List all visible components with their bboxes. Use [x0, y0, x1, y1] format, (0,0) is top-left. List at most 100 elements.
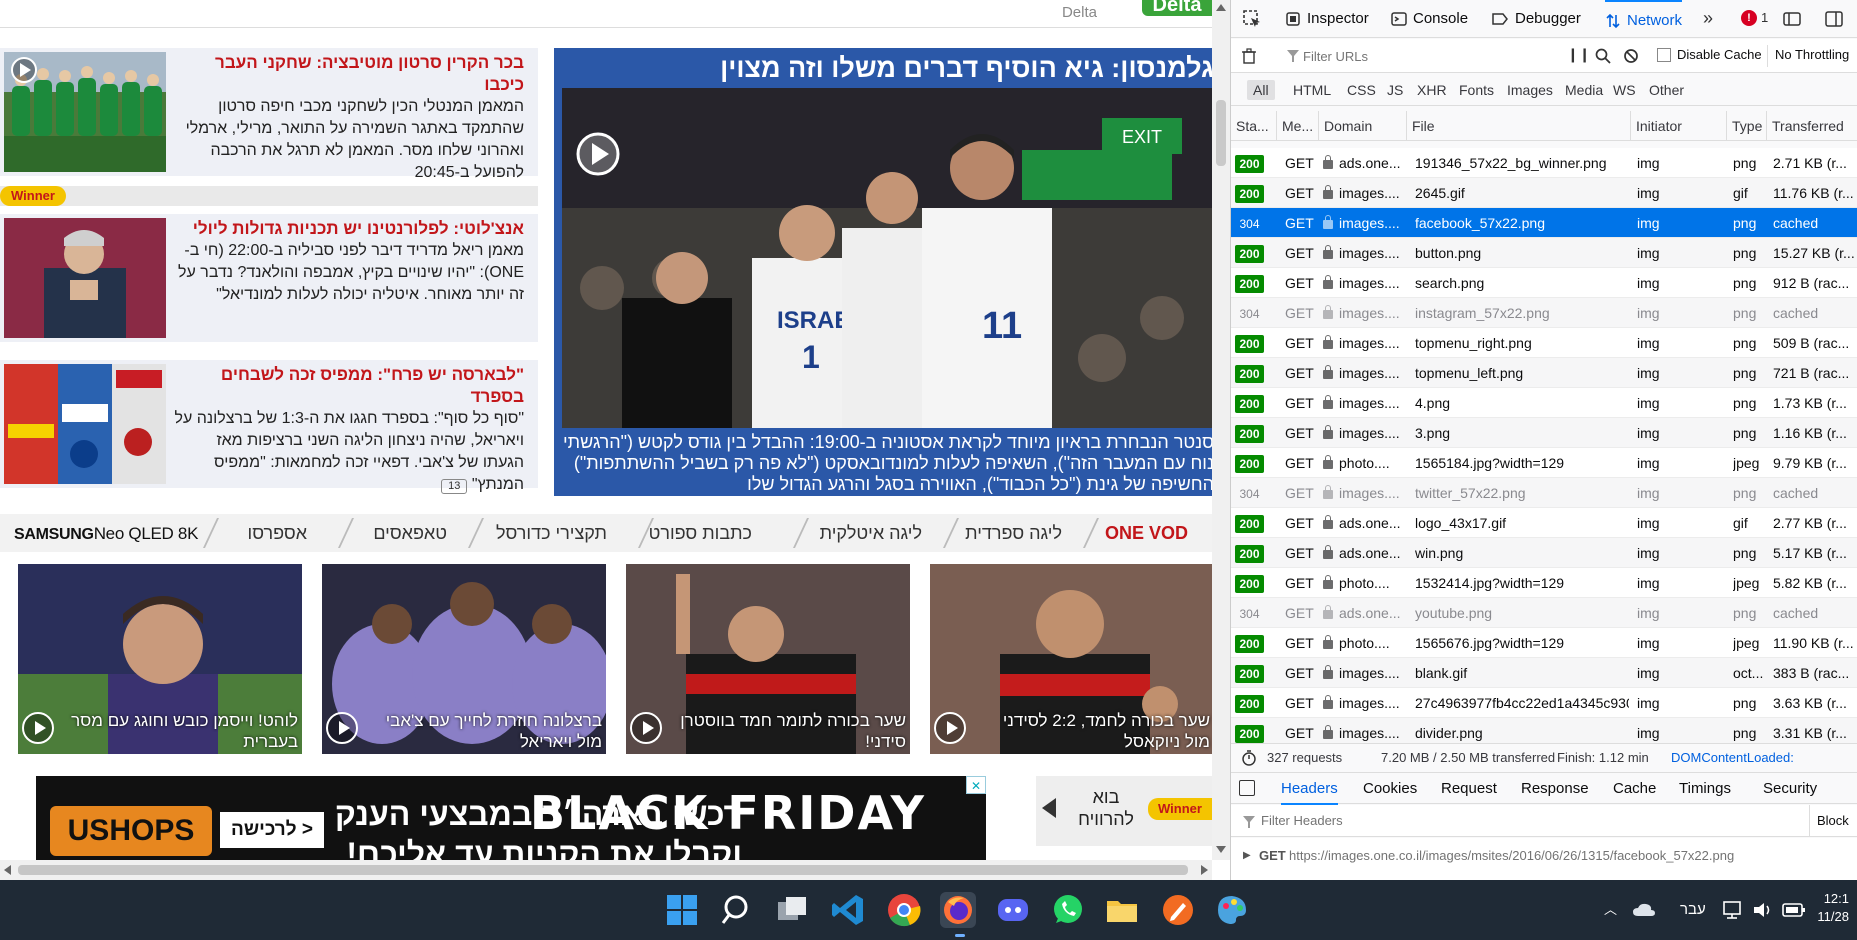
- filter-headers-input[interactable]: Filter Headers: [1261, 813, 1343, 828]
- nav-italian-league[interactable]: ליגה איטלקית: [820, 514, 922, 552]
- detail-tab-cookies[interactable]: Cookies: [1363, 773, 1417, 805]
- winner-ad[interactable]: בוא להרוויח Winner: [1036, 776, 1212, 846]
- task-view-icon[interactable]: [774, 892, 810, 928]
- type-filter-js[interactable]: JS: [1381, 80, 1409, 100]
- video-card[interactable]: ברצלונה חוזרת לחייך עם צ'אבי מול ויאריאל: [322, 564, 606, 754]
- whatsapp-icon[interactable]: [1050, 892, 1086, 928]
- news-thumbnail[interactable]: [4, 364, 166, 484]
- request-row[interactable]: 200 GET images.... divider.png img png 3.31 KB…: [1231, 718, 1857, 743]
- request-row[interactable]: 200 GET photo.... 1565676.jpg?width=129 img j…: [1231, 628, 1857, 658]
- tab-console[interactable]: Console: [1391, 0, 1468, 38]
- element-picker-icon[interactable]: [1243, 10, 1261, 28]
- video-caption[interactable]: לוהט! וייסמן כובש וחוגג עם מסר בעברית: [68, 710, 298, 752]
- block-button[interactable]: Block: [1817, 813, 1849, 828]
- request-row[interactable]: 200 GET images.... search.png img png 912 B (r…: [1231, 268, 1857, 298]
- nav-one-vod[interactable]: ONE VOD: [1105, 514, 1188, 552]
- type-filter-css[interactable]: CSS: [1341, 80, 1382, 100]
- request-row[interactable]: 200 GET images.... 4.png img png 1.73 KB (r...: [1231, 388, 1857, 418]
- scrollbar-thumb[interactable]: [1216, 100, 1226, 166]
- play-icon[interactable]: [22, 712, 54, 744]
- tab-debugger[interactable]: Debugger: [1491, 0, 1581, 38]
- detail-tab-cache[interactable]: Cache: [1613, 773, 1656, 805]
- request-row[interactable]: 200 GET photo.... 1565184.jpg?width=129 img j…: [1231, 448, 1857, 478]
- filter-urls-input[interactable]: [1303, 45, 1543, 67]
- disable-cache-label[interactable]: Disable Cache: [1677, 47, 1762, 62]
- dock-layout-icon[interactable]: [1825, 10, 1843, 28]
- play-icon[interactable]: [326, 712, 358, 744]
- vertical-scrollbar[interactable]: [1212, 0, 1230, 860]
- chrome-icon[interactable]: [886, 892, 922, 928]
- hero-caption[interactable]: סנטר הנבחרת בראיון מיוחד לקראת אסטוניה ב…: [562, 432, 1214, 496]
- request-url[interactable]: https://images.one.co.il/images/msites/2…: [1289, 848, 1734, 863]
- request-row[interactable]: 200 GET ads.one... win.png img png 5.17 KB (r.…: [1231, 538, 1857, 568]
- news-thumbnail[interactable]: [4, 52, 166, 172]
- request-row[interactable]: 200 GET ads.one... 191346_57x22_bg_winner.p…: [1231, 148, 1857, 178]
- video-card[interactable]: שער בכורה לתומר חמד בווסטרן סידני!: [626, 564, 910, 754]
- news-item[interactable]: בכר הקרין סרטון מוטיבציה: שחקני העבר כיכ…: [0, 48, 538, 181]
- vscode-icon[interactable]: [830, 892, 866, 928]
- scroll-down-icon[interactable]: [1216, 846, 1226, 853]
- nav-tapas[interactable]: טאפאסים: [373, 514, 447, 552]
- scrollbar-thumb[interactable]: [18, 865, 1188, 875]
- weather-cloud-icon[interactable]: [1632, 902, 1656, 918]
- delta-logo[interactable]: Delta: [1142, 0, 1212, 16]
- column-transferred[interactable]: Transferred: [1767, 111, 1857, 141]
- play-icon[interactable]: [934, 712, 966, 744]
- scroll-left-icon[interactable]: [4, 865, 11, 875]
- block-icon[interactable]: [1623, 48, 1639, 64]
- type-filter-fonts[interactable]: Fonts: [1453, 80, 1500, 100]
- samsung-sponsor-logo[interactable]: SAMSUNGNeo QLED 8K: [14, 524, 198, 544]
- type-filter-images[interactable]: Images: [1501, 80, 1559, 100]
- video-caption[interactable]: שער בכורה לחמד, 2:2 לסידני מול ניוקאסל: [980, 710, 1210, 752]
- pen-app-icon[interactable]: [1160, 892, 1196, 928]
- detail-tab-response[interactable]: Response: [1521, 773, 1589, 805]
- horizontal-scrollbar[interactable]: [0, 860, 1212, 880]
- delta-link[interactable]: Delta: [1062, 4, 1097, 21]
- detail-tab-timings[interactable]: Timings: [1679, 773, 1731, 805]
- search-icon[interactable]: [1595, 48, 1611, 64]
- request-row[interactable]: 200 GET photo.... 1532414.jpg?width=129 img j…: [1231, 568, 1857, 598]
- input-language[interactable]: עבר: [1680, 880, 1706, 940]
- windows-start-icon[interactable]: [664, 892, 700, 928]
- nav-basketball-highlights[interactable]: תקצירי כדורסל: [496, 514, 607, 552]
- tab-network[interactable]: Network: [1605, 0, 1683, 38]
- trash-icon[interactable]: [1241, 48, 1257, 64]
- column-file[interactable]: File: [1407, 111, 1631, 141]
- column-initiator[interactable]: Initiator: [1631, 111, 1727, 141]
- expand-arrow-icon[interactable]: ▶: [1243, 850, 1251, 861]
- request-row[interactable]: 304 GET ads.one... youtube.png img png cached: [1231, 598, 1857, 628]
- paint-icon[interactable]: [1214, 892, 1250, 928]
- column-type[interactable]: Type: [1727, 111, 1767, 141]
- ad-buy-button[interactable]: לרכישה >: [218, 810, 326, 850]
- detail-tab-headers[interactable]: Headers: [1281, 773, 1338, 805]
- hero-article[interactable]: גלמנסון: גיא הוסיף דברים משלו וזה מצוין …: [554, 48, 1214, 496]
- battery-icon[interactable]: [1782, 902, 1806, 918]
- comments-count-badge[interactable]: 13: [441, 479, 468, 494]
- news-item[interactable]: אנצ'לוטי: לפלורנטינו יש תכניות גדולות לי…: [0, 214, 538, 342]
- request-row[interactable]: 304 GET images.... facebook_57x22.png img png…: [1231, 208, 1857, 238]
- network-status-icon[interactable]: [1722, 900, 1744, 920]
- news-title[interactable]: אנצ'לוטי: לפלורנטינו יש תכניות גדולות לי…: [174, 218, 524, 240]
- type-filter-xhr[interactable]: XHR: [1411, 80, 1453, 100]
- type-filter-all[interactable]: All: [1247, 80, 1275, 100]
- request-row[interactable]: 200 GET ads.one... logo_43x17.gif img gif 2.77…: [1231, 508, 1857, 538]
- detail-tab-request[interactable]: Request: [1441, 773, 1497, 805]
- nav-spanish-league[interactable]: ליגה ספרדית: [965, 514, 1062, 552]
- column-domain[interactable]: Domain: [1319, 111, 1407, 141]
- disable-cache-checkbox[interactable]: [1657, 48, 1671, 62]
- volume-icon[interactable]: [1752, 900, 1774, 920]
- system-clock[interactable]: 12:1 11/28: [1817, 890, 1849, 926]
- news-title[interactable]: בכר הקרין סרטון מוטיבציה: שחקני העבר כיכ…: [174, 52, 524, 96]
- tray-chevron-icon[interactable]: ︿: [1604, 880, 1617, 940]
- type-filter-other[interactable]: Other: [1643, 80, 1690, 100]
- hero-title[interactable]: גלמנסון: גיא הוסיף דברים משלו וזה מצוין: [554, 48, 1214, 88]
- detail-tab-security[interactable]: Security: [1763, 773, 1817, 805]
- video-card[interactable]: שער בכורה לחמד, 2:2 לסידני מול ניוקאסל: [930, 564, 1214, 754]
- request-row[interactable]: 200 GET images.... 3.png img png 1.16 KB (r...: [1231, 418, 1857, 448]
- type-filter-media[interactable]: Media: [1559, 80, 1609, 100]
- error-icon[interactable]: !: [1741, 10, 1757, 26]
- discord-icon[interactable]: [995, 892, 1031, 928]
- file-explorer-icon[interactable]: [1104, 892, 1140, 928]
- request-row[interactable]: 200 GET images.... blank.gif img oct... 383 B …: [1231, 658, 1857, 688]
- ad-close-icon[interactable]: ✕: [966, 776, 986, 794]
